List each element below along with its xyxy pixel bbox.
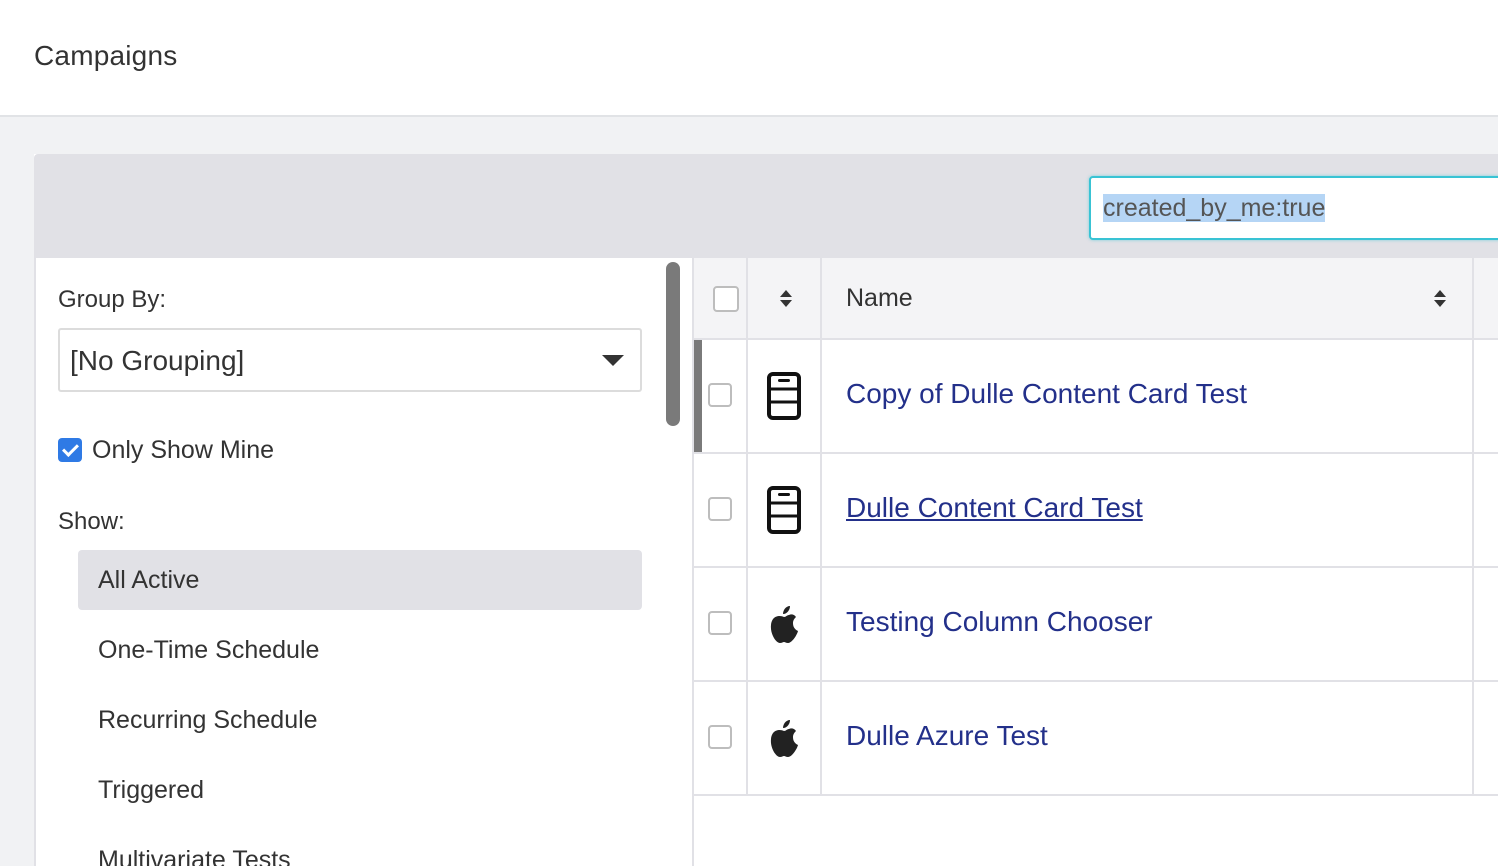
filter-sidebar: Group By: [No Grouping] Only Show Mine S… — [34, 258, 692, 866]
sidebar-scrollbar[interactable] — [666, 262, 680, 426]
row-checkbox[interactable] — [708, 383, 732, 407]
panel-header: created_by_me:true — [34, 154, 1498, 258]
row-checkbox[interactable] — [708, 497, 732, 521]
filter-one-time-schedule[interactable]: One-Time Schedule — [78, 620, 642, 680]
select-all-checkbox[interactable] — [713, 286, 739, 312]
search-input-value: created_by_me:true — [1103, 194, 1326, 222]
campaign-link[interactable]: Dulle Azure Test — [846, 720, 1048, 752]
name-sort-icon[interactable] — [1434, 290, 1446, 308]
filter-multivariate-tests[interactable]: Multivariate Tests — [78, 830, 642, 866]
group-by-select[interactable]: [No Grouping] — [58, 328, 642, 392]
row-checkbox[interactable] — [708, 725, 732, 749]
content-card-icon — [767, 486, 801, 534]
apple-icon — [770, 720, 798, 757]
show-filter-list: All Active One-Time Schedule Recurring S… — [78, 550, 642, 866]
filter-recurring-schedule[interactable]: Recurring Schedule — [78, 690, 642, 750]
campaign-link[interactable]: Testing Column Chooser — [846, 606, 1153, 638]
table-row[interactable]: Dulle Content Card Test — [694, 454, 1498, 568]
table-scrollbar[interactable] — [694, 340, 702, 452]
top-bar: Campaigns — [0, 0, 1498, 117]
table-row[interactable]: Dulle Azure Test — [694, 682, 1498, 796]
column-divider — [746, 258, 748, 796]
caret-down-icon — [602, 355, 624, 366]
table-row[interactable]: Testing Column Chooser — [694, 568, 1498, 682]
group-by-value: [No Grouping] — [70, 345, 245, 376]
only-show-mine-toggle[interactable]: Only Show Mine — [58, 436, 274, 464]
search-input[interactable]: created_by_me:true — [1089, 176, 1498, 240]
only-show-mine-label: Only Show Mine — [92, 435, 275, 464]
filter-all-active[interactable]: All Active — [78, 550, 642, 610]
content-card-icon — [767, 372, 801, 420]
table-row[interactable]: Copy of Dulle Content Card Test — [694, 340, 1498, 454]
column-divider — [820, 258, 822, 796]
apple-icon — [770, 606, 798, 643]
page-title: Campaigns — [34, 40, 178, 71]
campaigns-panel: created_by_me:true Group By: [No Groupin… — [34, 154, 1498, 866]
row-checkbox[interactable] — [708, 611, 732, 635]
group-by-label: Group By: — [58, 286, 167, 313]
table-header: Name — [694, 258, 1498, 340]
name-column-header[interactable]: Name — [846, 284, 913, 313]
sort-icon[interactable] — [780, 290, 792, 308]
campaign-link[interactable]: Dulle Content Card Test — [846, 492, 1143, 524]
campaigns-table: Name Copy of Dulle Content Card Test Dul… — [694, 258, 1498, 866]
only-show-mine-checkbox[interactable] — [58, 438, 82, 462]
show-label: Show: — [58, 508, 125, 535]
filter-triggered[interactable]: Triggered — [78, 760, 642, 820]
campaign-link[interactable]: Copy of Dulle Content Card Test — [846, 378, 1247, 410]
column-divider — [1472, 258, 1474, 796]
